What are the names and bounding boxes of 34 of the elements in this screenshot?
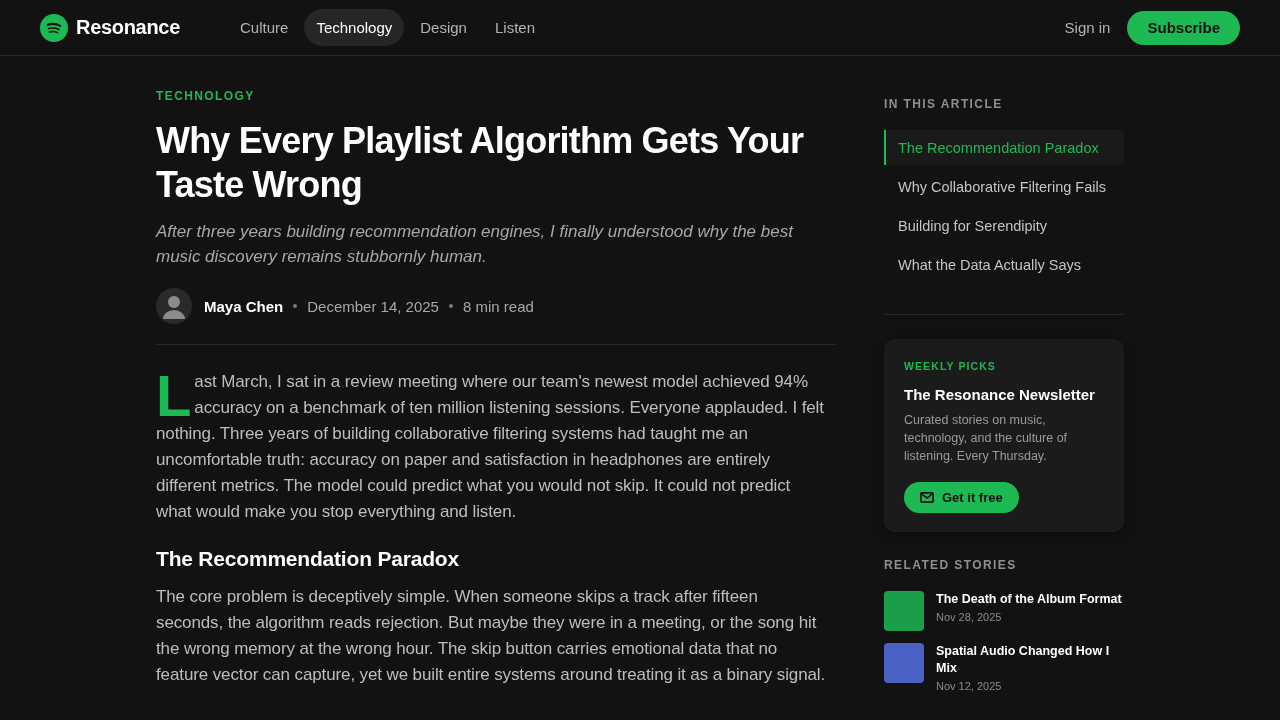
related-story-link[interactable]: Spatial Audio Changed How I Mix (936, 643, 1124, 677)
nav-tab[interactable]: Listen (482, 9, 547, 46)
avatar-icon (156, 288, 192, 324)
publish-date: December 14, 2025 (307, 297, 439, 315)
sign-in-link[interactable]: Sign in (1064, 19, 1111, 36)
nav-tab[interactable]: Design (408, 9, 479, 46)
nav-tab[interactable]: Culture (228, 9, 301, 46)
story-date: Nov 28, 2025 (936, 610, 1003, 624)
toc-link[interactable]: Building for Serendipity (884, 208, 1124, 243)
related-heading: RELATED STORIES (884, 557, 1018, 573)
related-story-link[interactable]: The Death of the Album Format (936, 591, 1122, 608)
article-paragraph: The core problem is deceptively simple. When someone skips a track after fifteen seconds, the algorithm reads rejection. But maybe they were in a meeting, or the song hit the wrong memory at the wrong hour. The skip button carries emotional data that no feature vector can capture, yet we built entire systems around treating it as a binary signal. (156, 586, 827, 686)
story-date: Nov 12, 2025 (936, 679, 1003, 693)
category-label: TECHNOLOGY (156, 88, 256, 104)
subscribe-button[interactable]: Subscribe (1127, 10, 1240, 45)
toc-link[interactable]: Why Collaborative Filtering Fails (884, 169, 1124, 204)
author-name[interactable]: Maya Chen (204, 297, 284, 315)
toc-link[interactable]: The Recommendation Paradox (884, 130, 1124, 165)
newsletter-description: Curated stories on music, technology, and the culture of listening. Every Thursday. (904, 412, 1069, 465)
get-it-free-button[interactable]: Get it free (904, 482, 1019, 513)
toc-heading: IN THIS ARTICLE (884, 96, 1004, 112)
home-link[interactable]: Resonance (40, 13, 180, 42)
logo-icon (40, 13, 68, 42)
article-subtitle: After three years building recommendation engines, I finally understood why the best music discovery remains stubbornly human. (156, 221, 795, 268)
mail-icon (920, 492, 934, 503)
nav-tab[interactable]: Technology (304, 9, 405, 46)
read-time: 8 min read (462, 297, 534, 315)
article-title: Why Every Playlist Algorithm Gets Your Taste Wrong (156, 119, 805, 207)
toc-link[interactable]: What the Data Actually Says (884, 247, 1124, 282)
separator-dot-icon (448, 304, 453, 308)
section-heading: The Recommendation Paradox (156, 546, 460, 572)
newsletter-title: The Resonance Newsletter (904, 385, 1096, 405)
separator-dot-icon (293, 304, 298, 308)
newsletter-eyebrow: WEEKLY PICKS (904, 359, 997, 373)
